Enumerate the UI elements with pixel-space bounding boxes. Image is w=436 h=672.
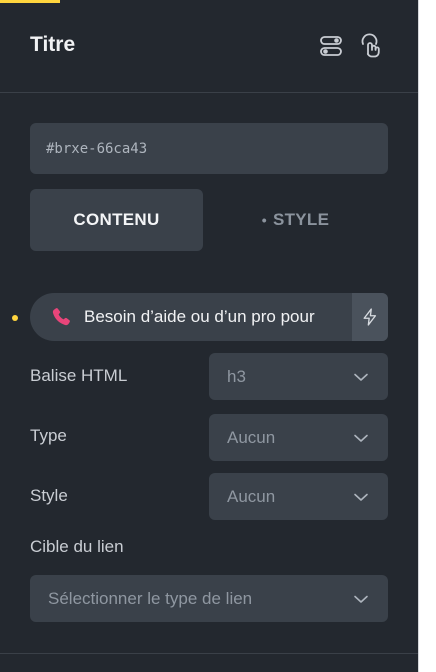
tab-style-label: STYLE [272,210,330,229]
style-select[interactable]: Aucun [209,473,388,520]
html-tag-select[interactable]: h3 [209,353,388,400]
chevron-down-icon [352,488,370,506]
pointer-hand-icon[interactable] [357,33,383,59]
html-tag-label: Balise HTML [30,366,128,385]
panel-title: Titre [30,33,76,56]
style-value: Aucun [227,486,276,506]
title-text-value: Besoin d’aide ou d’un pro pour [84,307,315,326]
tab-style[interactable]: • STYLE [203,189,388,251]
html-tag-value: h3 [227,366,246,386]
settings-panel: Titre #brxe-66ca43 CONTENU • STYLE Besoi… [0,0,418,672]
title-text-field[interactable]: Besoin d’aide ou d’un pro pour [30,293,388,341]
chevron-down-icon [352,590,370,608]
style-label: Style [30,486,68,505]
toggle-switch-icon[interactable] [318,33,344,59]
style-dot: • [261,212,267,228]
changed-indicator-dot [12,315,18,321]
link-type-select[interactable]: Sélectionner le type de lien [30,575,388,622]
type-value: Aucun [227,427,276,447]
canvas-edge [418,0,436,672]
divider [0,653,418,654]
panel-header: Titre [0,0,418,93]
chevron-down-icon [352,368,370,386]
chevron-down-icon [352,429,370,447]
type-select[interactable]: Aucun [209,414,388,461]
phone-icon [50,306,72,328]
link-type-placeholder: Sélectionner le type de lien [48,588,253,608]
tab-content[interactable]: CONTENU [30,189,203,251]
lightning-icon[interactable] [352,293,388,341]
type-label: Type [30,426,67,445]
link-target-label: Cible du lien [30,537,124,556]
element-id-field[interactable]: #brxe-66ca43 [30,123,388,174]
